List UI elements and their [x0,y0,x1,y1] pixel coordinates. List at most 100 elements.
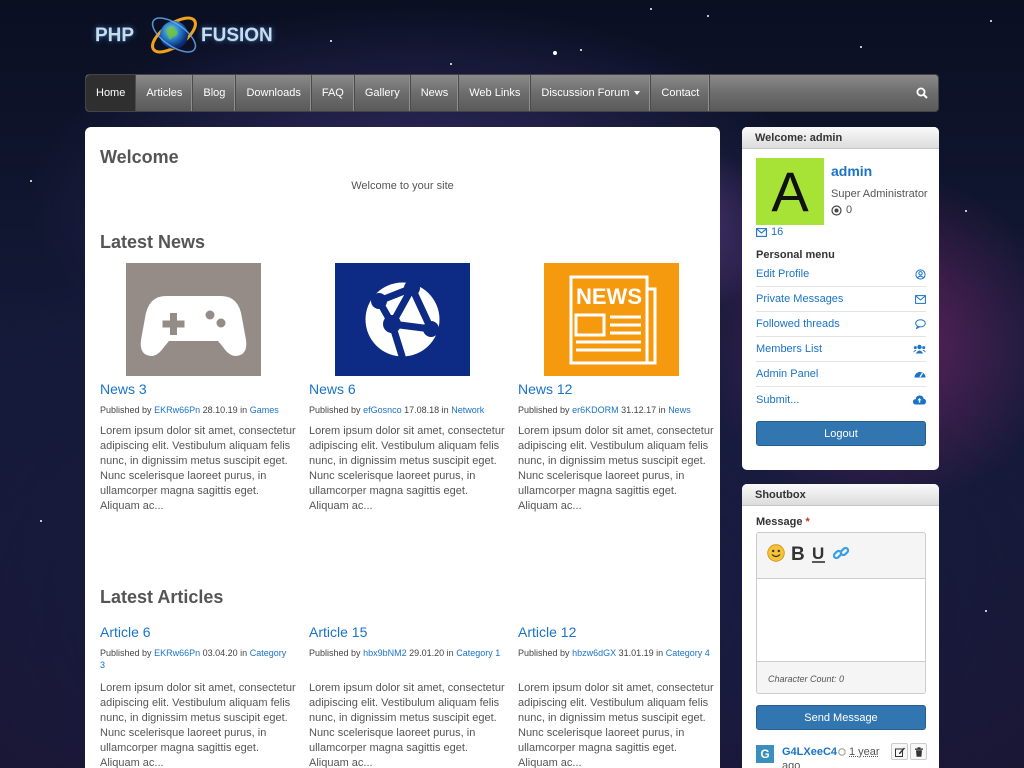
menu-item-members-list[interactable]: Members List [756,337,926,362]
nav-item-articles[interactable]: Articles [136,75,194,111]
shout-actions [891,743,927,760]
news-meta: Published by EKRw66Pn 28.10.19 in Games [100,404,300,416]
edit-icon [894,747,905,757]
username-link[interactable]: admin [831,163,872,179]
nav-item-news[interactable]: News [411,75,460,111]
news-title-link[interactable]: News 12 [518,381,572,397]
menu-item-label: Submit... [756,393,800,406]
search-icon [916,87,928,99]
dot-circle-icon [831,204,842,216]
message-textarea[interactable] [757,578,925,662]
dashboard-icon [914,372,926,378]
in-label: in [446,648,454,658]
menu-item-label: Members List [756,343,823,355]
nav-label: FAQ [321,87,344,99]
nav-item-home[interactable]: Home [86,75,137,111]
avatar[interactable]: A [756,158,824,225]
bold-icon[interactable]: B [790,543,806,563]
background-star [985,610,987,612]
nav-label: Contact [661,87,700,99]
news-title-link[interactable]: News 3 [100,381,147,397]
shout-time-value: 1 year [849,746,880,758]
menu-item-label: Edit Profile [756,268,810,280]
menu-item-submit[interactable]: Submit... [756,387,926,412]
users-icon [913,344,926,354]
send-message-button[interactable]: Send Message [756,705,926,730]
nav-label: Home [96,87,126,99]
nav-item-gallery[interactable]: Gallery [355,75,411,111]
news-thumbnail[interactable] [335,263,470,376]
newspaper-icon: NEWS [569,275,657,365]
globe-network-icon [365,280,440,360]
newspaper-word: NEWS [576,284,642,309]
welcome-heading: Welcome [100,147,179,167]
in-label: in [658,405,666,415]
category-link[interactable]: Games [250,405,279,415]
user-role: Super Administrator [831,188,928,200]
publish-date: 31.01.19 [618,648,654,658]
author-link[interactable]: efGosnco [363,405,402,415]
menu-item-admin-panel[interactable]: Admin Panel [756,362,926,387]
news-excerpt: Lorem ipsum dolor sit amet, consectetur … [309,425,505,512]
publish-date: 28.10.19 [202,405,238,415]
site-logo[interactable]: PHP FUSION [95,8,300,64]
cloud-upload-icon [913,395,926,404]
menu-item-followed-threads[interactable]: Followed threads [756,312,926,337]
smiley-icon[interactable] [767,544,785,562]
category-link[interactable]: Category 4 [666,648,710,658]
nav-item-web-links[interactable]: Web Links [459,75,532,111]
article-title-link[interactable]: Article 12 [518,624,576,640]
menu-item-private-messages[interactable]: Private Messages [756,287,926,312]
personal-menu-heading: Personal menu [756,249,835,261]
category-link[interactable]: Network [451,405,484,415]
in-label: in [240,405,248,415]
category-link[interactable]: News [668,405,691,415]
nav-item-blog[interactable]: Blog [193,75,237,111]
article-title-link[interactable]: Article 6 [100,624,151,640]
envelope-icon [915,294,926,304]
comment-icon [915,319,926,329]
category-link[interactable]: Category 1 [456,648,500,658]
article-excerpt: Lorem ipsum dolor sit amet, consectetur … [518,682,714,768]
author-link[interactable]: EKRw66Pn [154,405,200,415]
search-button[interactable] [906,75,938,111]
published-by-label: Published by [518,405,570,415]
edit-shout-button[interactable] [891,743,908,760]
user-panel-heading: Welcome: admin [742,127,939,149]
delete-shout-button[interactable] [910,743,927,760]
nav-item-faq[interactable]: FAQ [312,75,355,111]
user-points: 0 [831,204,852,216]
link-icon[interactable] [832,544,850,562]
nav-item-discussion-forum[interactable]: Discussion Forum [531,75,652,111]
menu-item-edit-profile[interactable]: Edit Profile [756,262,926,287]
shoutbox-heading: Shoutbox [742,484,939,506]
background-star [450,63,452,65]
shout-avatar[interactable]: G [756,745,774,763]
private-messages-count[interactable]: 16 [756,226,783,238]
author-link[interactable]: er6KDORM [572,405,619,415]
gamepad-icon [140,296,247,356]
nav-label: Gallery [364,87,400,99]
published-by-label: Published by [100,648,152,658]
menu-item-label: Admin Panel [756,368,819,380]
author-link[interactable]: hbzw6dGX [572,648,616,658]
user-circle-icon [915,268,926,280]
main-navbar: Home Articles Blog Downloads FAQ Gallery… [85,74,939,112]
article-meta: Published by hbzw6dGX 31.01.19 in Catego… [518,647,710,659]
logout-button[interactable]: Logout [756,421,926,446]
shout-time-suffix: ago [782,760,801,768]
underline-icon[interactable]: U [811,543,827,563]
article-title-link[interactable]: Article 15 [309,624,367,640]
nav-item-downloads[interactable]: Downloads [236,75,312,111]
nav-label: Downloads [246,87,301,99]
news-thumbnail[interactable] [126,263,261,376]
author-link[interactable]: hbx9bNM2 [363,648,407,658]
latest-news-heading: Latest News [100,232,206,252]
shout-username-link[interactable]: G4LXeeC4 [782,746,837,758]
nav-item-contact[interactable]: Contact [651,75,711,111]
publish-date: 17.08.18 [404,405,440,415]
author-link[interactable]: EKRw66Pn [154,648,200,658]
messages-value: 16 [771,226,784,238]
news-thumbnail[interactable]: NEWS [544,263,679,376]
news-title-link[interactable]: News 6 [309,381,356,397]
